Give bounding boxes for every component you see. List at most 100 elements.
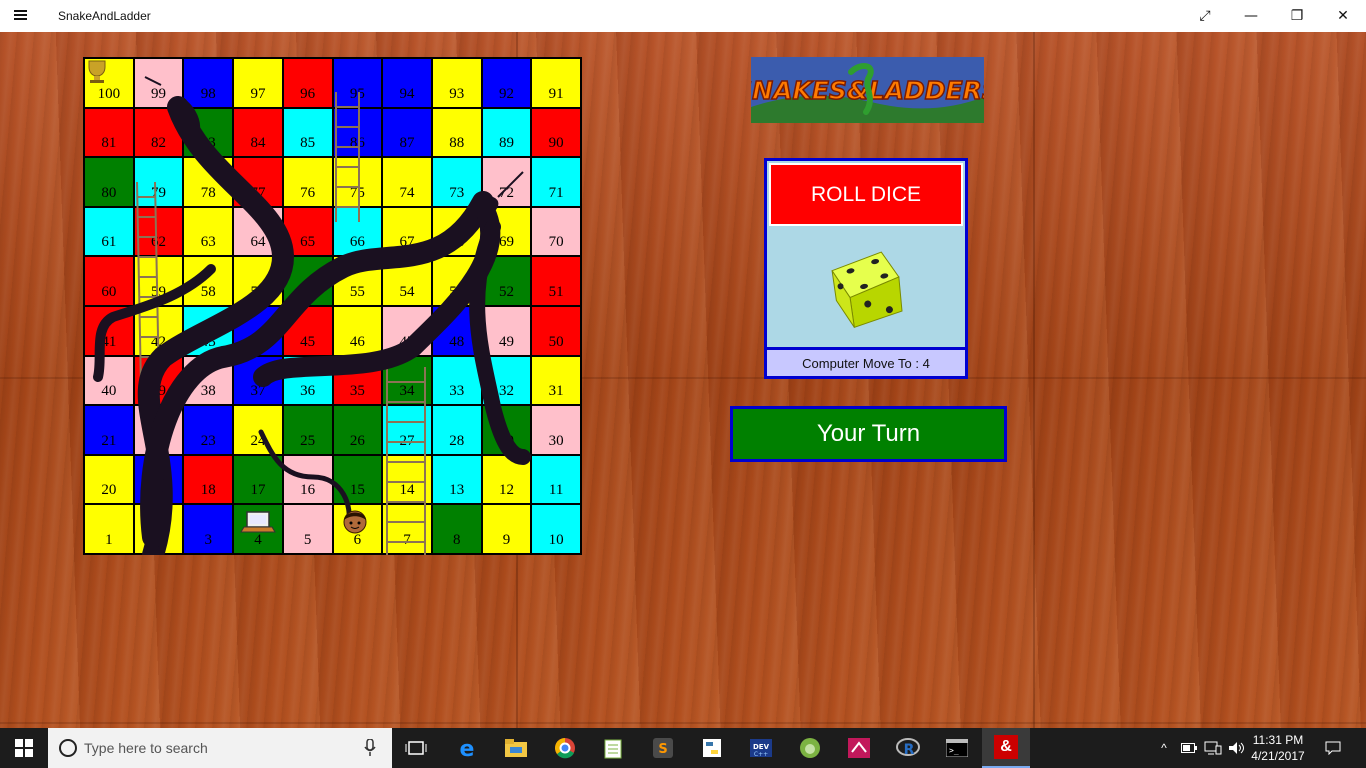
cell-number: 80: [101, 184, 117, 201]
board-cell-31: 31: [531, 355, 581, 406]
task-view-icon[interactable]: [392, 728, 440, 768]
cell-number: 57: [250, 283, 266, 300]
cell-number: 79: [151, 184, 167, 201]
hamburger-menu-icon[interactable]: [10, 8, 36, 24]
plank-seam: [1033, 32, 1035, 728]
cell-number: 69: [498, 234, 514, 251]
board-cell-85: 85: [282, 107, 333, 158]
close-button[interactable]: ✕: [1320, 0, 1366, 32]
board-cell-16: 16: [282, 454, 333, 505]
board-cell-51: 51: [531, 256, 581, 306]
cell-number: 18: [200, 482, 216, 499]
battery-icon[interactable]: [1178, 728, 1200, 768]
cell-number: 41: [101, 333, 117, 350]
cell-number: 61: [101, 234, 117, 251]
board-cell-26: 26: [332, 405, 383, 455]
cell-number: 10: [548, 531, 564, 548]
board-cell-5: 5: [282, 504, 333, 554]
cell-number: 32: [498, 383, 514, 400]
cell-number: 76: [300, 184, 316, 201]
sublime-icon[interactable]: S: [639, 728, 687, 768]
cell-number: 26: [349, 432, 365, 449]
cell-number: 8: [452, 531, 461, 548]
board-cell-65: 65: [282, 206, 333, 257]
board-cell-22: 22: [133, 405, 184, 455]
board-cell-3: 3: [183, 504, 234, 554]
cell-number: 99: [151, 85, 167, 102]
board-cell-84: 84: [233, 107, 283, 158]
dice-area: [767, 228, 965, 348]
board-cell-48: 48: [431, 305, 482, 356]
board-cell-72: 72: [481, 157, 532, 207]
cell-number: 42: [151, 333, 167, 350]
board-cell-35: 35: [332, 355, 383, 406]
microphone-icon[interactable]: [364, 739, 376, 757]
cell-number: 3: [204, 531, 212, 548]
svg-text:e: e: [460, 737, 475, 759]
edge-icon[interactable]: e: [443, 728, 491, 768]
windows-start-icon[interactable]: [0, 728, 48, 768]
cell-number: 82: [151, 135, 167, 152]
board-cell-19: 19: [133, 454, 184, 505]
cell-number: 40: [101, 383, 117, 400]
board-cell-64: 64: [233, 206, 283, 257]
devcpp-icon[interactable]: DEV C++: [737, 728, 785, 768]
notepad-icon[interactable]: [590, 728, 638, 768]
network-icon[interactable]: [1202, 728, 1224, 768]
cell-number: 91: [548, 85, 564, 102]
board-cell-86: 86: [332, 107, 383, 158]
maximize-button[interactable]: ❐: [1274, 0, 1320, 32]
terminal-icon[interactable]: >_: [933, 728, 981, 768]
board-cell-88: 88: [431, 107, 482, 158]
snakes-and-ladders-logo: SNAKES&LADDERS: [751, 57, 984, 123]
python-icon[interactable]: [688, 728, 736, 768]
roll-dice-button[interactable]: ROLL DICE: [769, 163, 963, 226]
cell-number: 13: [449, 482, 465, 499]
board-cell-28: 28: [431, 405, 482, 455]
r-icon[interactable]: R: [884, 728, 932, 768]
cell-number: 51: [548, 283, 564, 300]
snake-and-ladder-app-icon[interactable]: &: [982, 728, 1030, 768]
board-cell-67: 67: [382, 206, 432, 257]
cell-number: 27: [399, 432, 415, 449]
cell-number: 46: [349, 333, 365, 350]
board-cell-96: 96: [282, 58, 333, 108]
board-cell-83: 83: [183, 107, 234, 158]
board-cell-25: 25: [282, 405, 333, 455]
cell-number: 19: [151, 482, 167, 499]
cell-number: 87: [399, 135, 415, 152]
dice-icon[interactable]: [767, 228, 965, 348]
file-explorer-icon[interactable]: [492, 728, 540, 768]
board-cell-59: 59: [133, 256, 184, 306]
board-cell-94: 94: [382, 58, 432, 108]
board-cell-97: 97: [233, 58, 283, 108]
chrome-icon[interactable]: [541, 728, 589, 768]
board-cell-41: 41: [84, 305, 134, 356]
app-badge-label: &: [994, 735, 1018, 759]
cell-number: 39: [151, 383, 167, 400]
board-cell-9: 9: [481, 504, 532, 554]
minimize-button[interactable]: —: [1228, 0, 1274, 32]
cell-number: 70: [548, 234, 564, 251]
board-cell-95: 95: [332, 58, 383, 108]
cell-number: 47: [399, 333, 415, 350]
android-studio-icon[interactable]: [786, 728, 834, 768]
visual-studio-icon[interactable]: [835, 728, 883, 768]
cell-number: 15: [349, 482, 365, 499]
chevron-up-icon[interactable]: ^: [1154, 728, 1174, 768]
search-box[interactable]: Type here to search: [48, 728, 392, 768]
board-cell-20: 20: [84, 454, 134, 505]
cell-number: 9: [502, 531, 511, 548]
board-cell-40: 40: [84, 355, 134, 406]
board-cell-23: 23: [183, 405, 234, 455]
cell-number: 5: [303, 531, 312, 548]
system-clock[interactable]: 11:31 PM 4/21/2017: [1244, 732, 1312, 764]
board-cell-44: 44: [233, 305, 283, 356]
fullscreen-button[interactable]: ⤢: [1182, 0, 1228, 32]
board-cell-68: 68: [431, 206, 482, 257]
board-cell-100: 100: [84, 58, 134, 108]
cell-number: 2: [154, 531, 163, 548]
board-cell-93: 93: [431, 58, 482, 108]
cell-number: 74: [399, 184, 415, 201]
notifications-icon[interactable]: [1318, 728, 1348, 768]
